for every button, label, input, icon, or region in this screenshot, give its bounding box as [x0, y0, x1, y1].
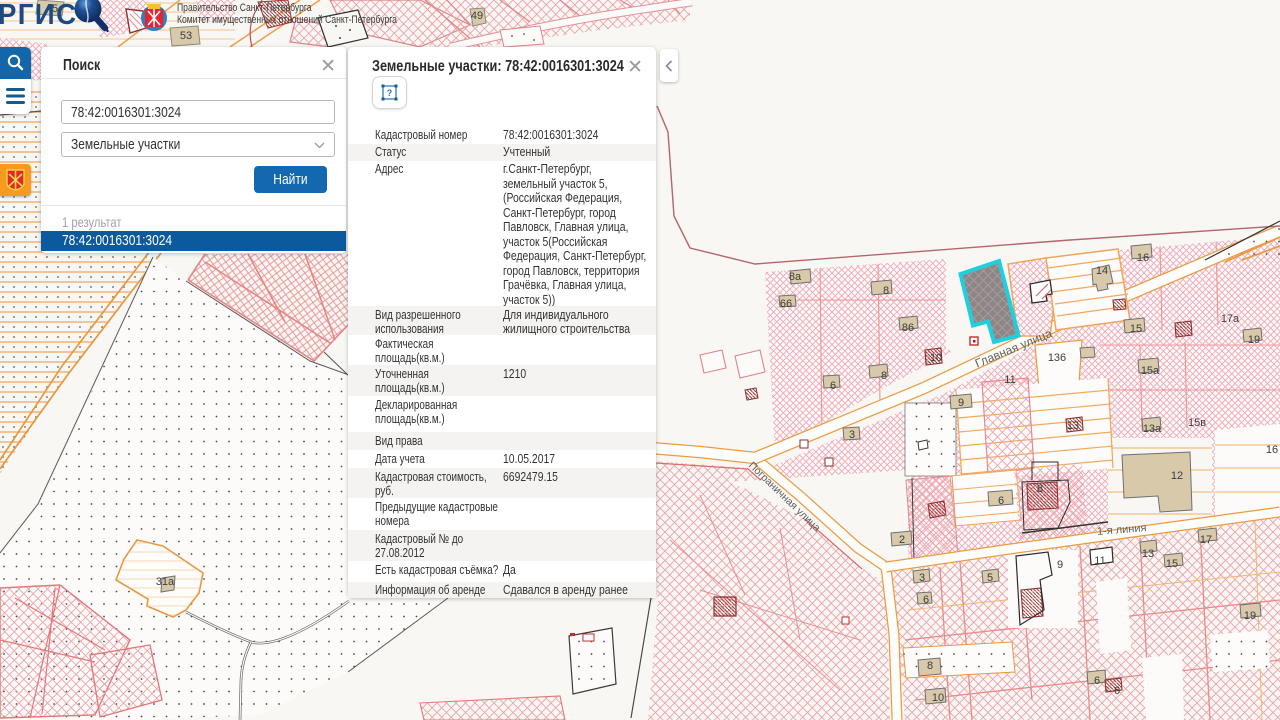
svg-text:16: 16: [1137, 252, 1149, 264]
svg-text:31а: 31а: [156, 576, 175, 588]
svg-text:17а: 17а: [1221, 313, 1240, 325]
svg-text:17: 17: [1200, 534, 1212, 546]
svg-text:86: 86: [902, 322, 914, 334]
svg-text:8: 8: [883, 285, 889, 297]
svg-text:14: 14: [1096, 265, 1108, 277]
svg-text:3: 3: [919, 572, 925, 584]
svg-text:12: 12: [1171, 470, 1183, 482]
svg-text:13а: 13а: [1143, 423, 1162, 435]
svg-text:15: 15: [1130, 323, 1142, 335]
svg-text:6: 6: [1094, 675, 1100, 687]
svg-text:8: 8: [881, 370, 887, 382]
svg-text:11: 11: [1004, 374, 1015, 386]
svg-text:5: 5: [987, 572, 993, 584]
svg-text:15: 15: [1166, 558, 1178, 570]
svg-text:66: 66: [780, 298, 792, 310]
svg-text:8а: 8а: [789, 271, 802, 283]
svg-text:13: 13: [1142, 548, 1154, 560]
svg-text:11: 11: [1094, 555, 1105, 567]
svg-text:15в: 15в: [1188, 417, 1206, 429]
svg-text:6: 6: [1114, 685, 1120, 697]
svg-text:3: 3: [849, 429, 855, 441]
svg-text:10: 10: [930, 352, 942, 364]
svg-text:19: 19: [1244, 610, 1256, 622]
svg-text:2: 2: [899, 534, 905, 546]
svg-text:19: 19: [1248, 334, 1260, 346]
svg-text:10: 10: [932, 692, 944, 704]
svg-text:8: 8: [927, 660, 933, 672]
svg-text:15а: 15а: [1141, 365, 1160, 377]
svg-text:6: 6: [998, 495, 1004, 507]
svg-text:8: 8: [1037, 483, 1043, 495]
svg-text:6: 6: [923, 594, 929, 606]
svg-text:16: 16: [1266, 444, 1278, 456]
svg-text:6: 6: [830, 380, 836, 392]
svg-text:?: ?: [387, 88, 393, 98]
svg-text:9: 9: [958, 397, 964, 409]
svg-text:136: 136: [1048, 352, 1066, 364]
svg-text:9: 9: [1057, 559, 1063, 571]
svg-text:13: 13: [1067, 420, 1079, 432]
